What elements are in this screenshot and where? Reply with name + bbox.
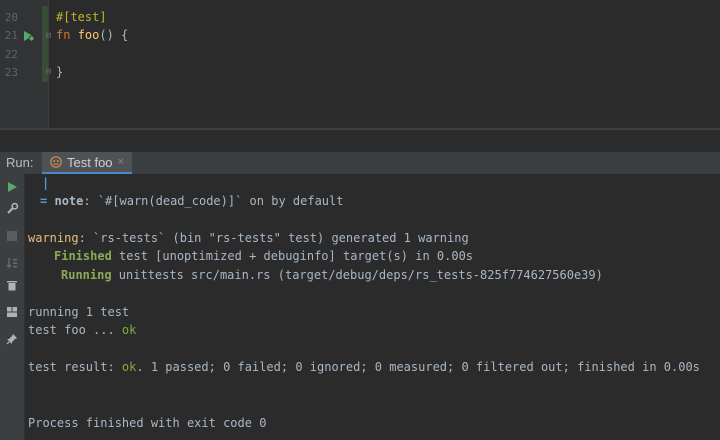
pin-icon <box>6 334 17 345</box>
note-text: : `#[warn(dead_code)]` on by default <box>83 194 344 208</box>
running-label: Running <box>61 268 112 282</box>
run-test-gutter-icon[interactable] <box>23 30 35 42</box>
warning-text: : `rs-tests` (bin "rs-tests" test) gener… <box>78 231 469 245</box>
trash-icon <box>7 281 17 291</box>
code-text: () { <box>99 28 129 42</box>
fold-icon[interactable]: ⊟ <box>44 68 53 77</box>
console-finished-line: Finished test [unoptimized + debuginfo] … <box>54 249 473 263</box>
empty-area <box>0 130 720 152</box>
line-number: 22 <box>4 48 18 61</box>
function-name: foo <box>77 28 100 42</box>
code-line-attribute: #[test] <box>56 10 107 24</box>
running-text: unittests src/main.rs (target/debug/deps… <box>111 268 603 282</box>
note-eq: = <box>40 194 48 208</box>
run-label: Run: <box>6 155 34 170</box>
rerun-icon <box>8 182 17 192</box>
test-foo-prefix: test foo ... <box>28 323 122 337</box>
layout-button[interactable] <box>5 305 19 319</box>
note-label: note <box>54 194 84 208</box>
fold-icon[interactable]: ⊟ <box>44 32 53 41</box>
console-test-foo-line: test foo ... ok <box>28 323 136 337</box>
console-note-line: = note: `#[warn(dead_code)]` on by defau… <box>40 194 343 208</box>
rerun-button[interactable] <box>5 180 19 194</box>
code-editor[interactable]: 20 21 22 23 ⊟ ⊟ #[test] fn foo() { } <box>0 0 720 128</box>
line-number: 21 <box>4 29 18 42</box>
tab-label: Test foo <box>67 154 113 170</box>
code-line-close: } <box>56 65 64 79</box>
console-exit-line: Process finished with exit code 0 <box>28 416 267 430</box>
pin-button[interactable] <box>5 332 19 346</box>
tab-test-foo[interactable]: Test foo × <box>42 152 132 174</box>
run-toolbar <box>0 174 25 440</box>
stop-icon <box>7 231 17 241</box>
finished-label: Finished <box>54 249 112 263</box>
result-status: ok <box>121 360 137 374</box>
result-rest: . 1 passed; 0 failed; 0 ignored; 0 measu… <box>136 360 700 374</box>
finished-text: test [unoptimized + debuginfo] target(s)… <box>111 249 474 263</box>
console-running-line: Running unittests src/main.rs (target/de… <box>61 268 603 282</box>
clear-button[interactable] <box>5 278 19 292</box>
wrench-icon <box>6 202 18 214</box>
settings-button[interactable] <box>5 201 19 215</box>
console-output[interactable]: | = note: `#[warn(dead_code)]` on by def… <box>25 174 720 440</box>
close-icon[interactable]: × <box>118 156 124 168</box>
console-result-line: test result: ok. 1 passed; 0 failed; 0 i… <box>28 360 700 374</box>
layout-icon <box>7 307 17 317</box>
sort-icon <box>6 258 17 268</box>
keyword: fn <box>56 28 71 42</box>
console-warning-line: warning: `rs-tests` (bin "rs-tests" test… <box>28 231 469 245</box>
test-tab-icon <box>50 156 62 168</box>
console-running-count: running 1 test <box>28 305 130 319</box>
console-pipe: | <box>42 176 50 190</box>
line-number: 20 <box>4 11 18 24</box>
stop-button[interactable] <box>5 229 19 243</box>
sort-button[interactable] <box>5 256 19 270</box>
result-prefix: test result: <box>28 360 122 374</box>
code-line-fn: fn foo() { <box>56 28 128 42</box>
test-foo-status: ok <box>121 323 137 337</box>
run-panel-header: Run: Test foo × <box>0 152 720 175</box>
line-number: 23 <box>4 66 18 79</box>
warning-label: warning <box>28 231 79 245</box>
